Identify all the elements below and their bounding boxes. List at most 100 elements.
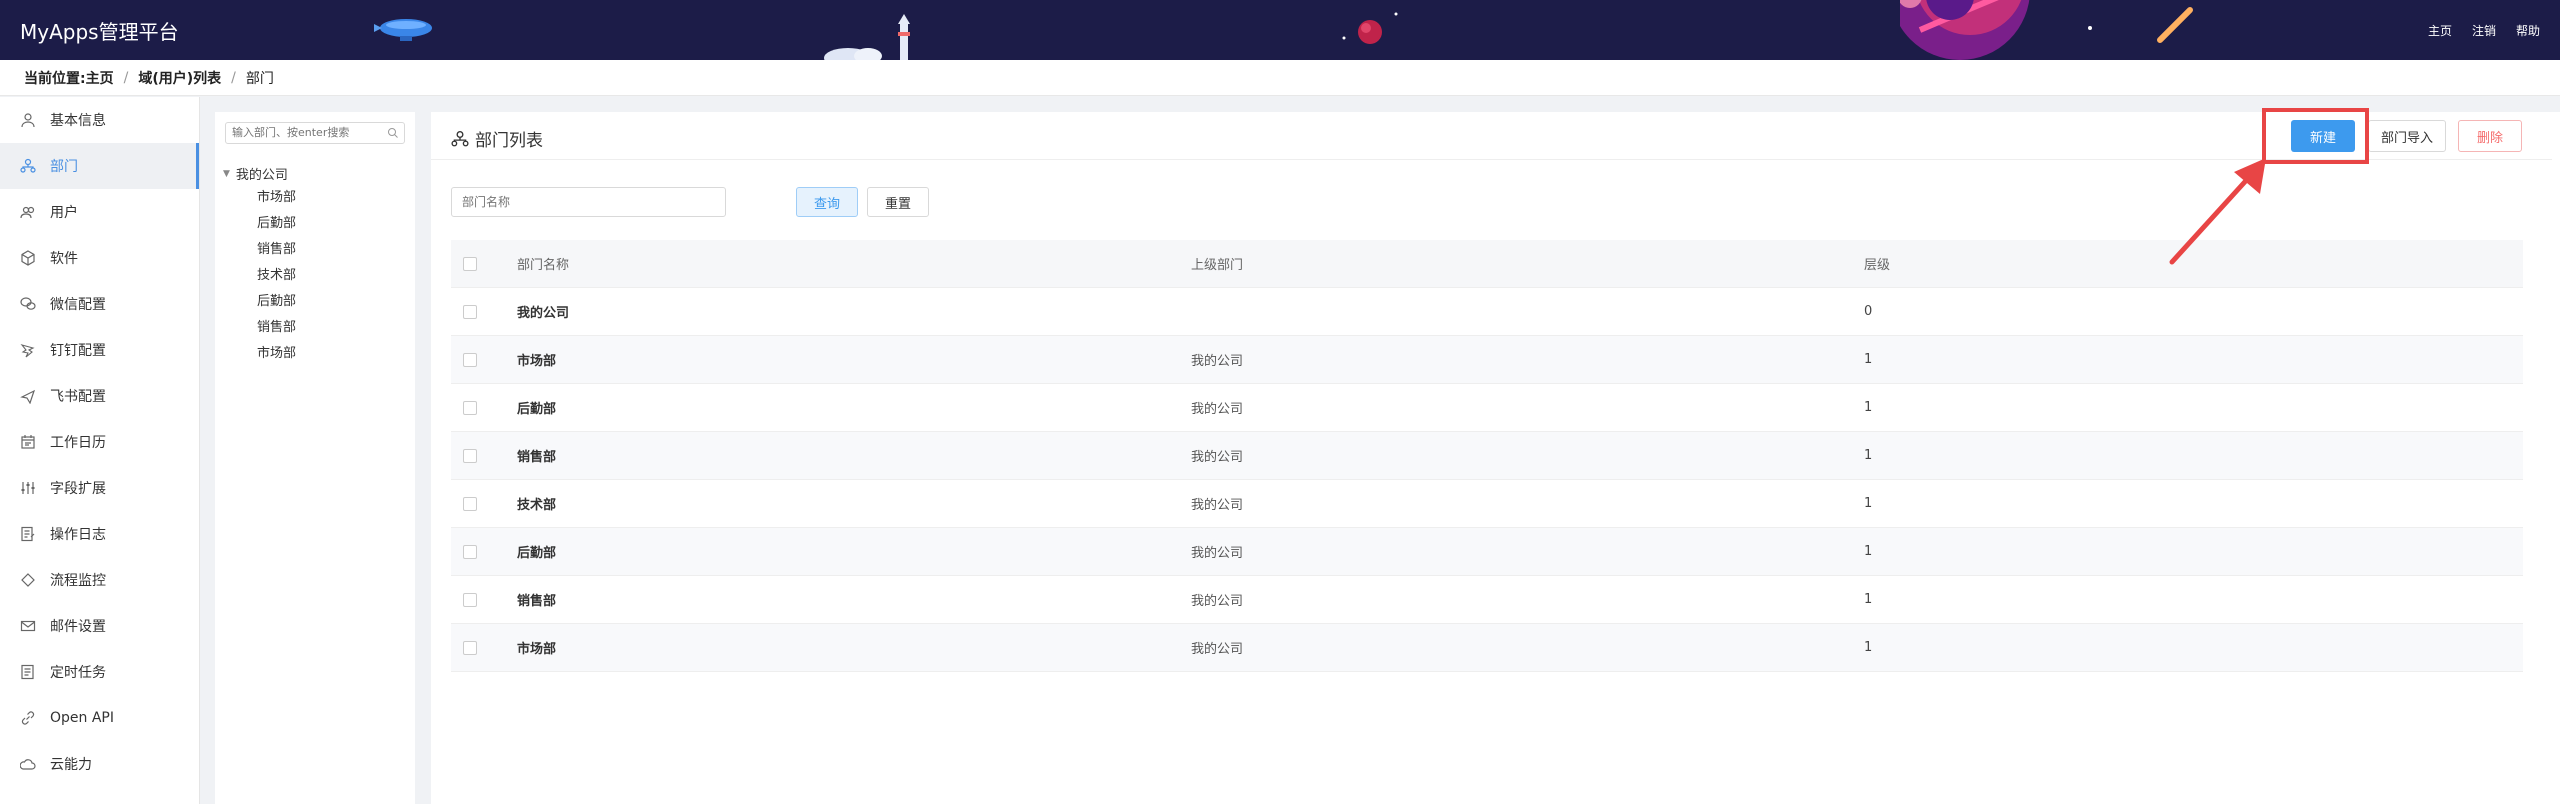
- sidebar-item-label: 微信配置: [50, 297, 106, 313]
- search-icon: [388, 128, 398, 138]
- tree-node[interactable]: 后勤部: [257, 214, 296, 240]
- sidebar-item-calendar[interactable]: 工作日历: [0, 419, 199, 465]
- row-checkbox[interactable]: [463, 448, 477, 463]
- dingtalk-icon: [20, 342, 36, 358]
- sidebar-item-mail-settings[interactable]: 邮件设置: [0, 603, 199, 649]
- tree-node[interactable]: 后勤部: [257, 292, 296, 318]
- row-checkbox[interactable]: [463, 400, 477, 415]
- sidebar-item-software[interactable]: 软件: [0, 235, 199, 281]
- row-checkbox[interactable]: [463, 544, 477, 559]
- page-title: 部门列表: [451, 126, 543, 151]
- sidebar-item-label: 流程监控: [50, 573, 106, 589]
- department-tree-panel: ▼ 我的公司 市场部 后勤部 销售部 技术部 后勤部 销售部 市场部: [215, 112, 415, 804]
- table-row[interactable]: 技术部 我的公司 1: [451, 480, 2523, 528]
- tree-node[interactable]: 销售部: [257, 240, 296, 266]
- page-title-text: 部门列表: [475, 131, 543, 151]
- sidebar-item-field-extension[interactable]: 字段扩展: [0, 465, 199, 511]
- department-name-input[interactable]: [462, 195, 712, 209]
- department-level: 1: [1864, 640, 1873, 655]
- table-row[interactable]: 后勤部 我的公司 1: [451, 384, 2523, 432]
- breadcrumb-home[interactable]: 主页: [86, 68, 114, 88]
- department-level: 1: [1864, 448, 1873, 463]
- parent-department: 我的公司: [1191, 642, 1244, 657]
- row-checkbox[interactable]: [463, 304, 477, 319]
- column-header-level: 层级: [1864, 258, 1891, 273]
- sidebar-item-label: 飞书配置: [50, 389, 106, 405]
- users-icon: [20, 204, 36, 220]
- tree-node[interactable]: 销售部: [257, 318, 296, 344]
- sidebar-item-feishu[interactable]: 飞书配置: [0, 373, 199, 419]
- tree-node[interactable]: 技术部: [257, 266, 296, 292]
- reset-button[interactable]: 重置: [867, 187, 929, 217]
- wechat-icon: [20, 296, 36, 312]
- tree-root-node[interactable]: ▼ 我的公司: [223, 164, 288, 183]
- department-name: 市场部: [517, 642, 557, 657]
- department-icon: [451, 130, 469, 146]
- delete-button[interactable]: 删除: [2458, 120, 2522, 152]
- sidebar-item-scheduled-tasks[interactable]: 定时任务: [0, 649, 199, 695]
- sidebar-item-process-monitor[interactable]: 流程监控: [0, 557, 199, 603]
- tree-node[interactable]: 市场部: [257, 188, 296, 214]
- cloud-icon: [20, 756, 36, 772]
- sidebar-item-label: 云能力: [50, 757, 92, 773]
- breadcrumb: 当前位置: 主页 / 域(用户)列表 / 部门: [0, 60, 2560, 96]
- planet-small-illustration: [1342, 12, 1398, 44]
- home-link[interactable]: 主页: [2428, 22, 2452, 39]
- top-header: MyApps管理平台 主页 注销 帮助: [0, 0, 2560, 60]
- calendar-icon: [20, 434, 36, 450]
- import-department-button[interactable]: 部门导入: [2368, 120, 2446, 152]
- column-header-name: 部门名称: [517, 258, 570, 273]
- query-button[interactable]: 查询: [796, 187, 858, 217]
- sidebar-item-department[interactable]: 部门: [0, 143, 199, 189]
- caret-down-icon[interactable]: ▼: [223, 169, 230, 179]
- row-checkbox[interactable]: [463, 640, 477, 655]
- row-checkbox[interactable]: [463, 496, 477, 511]
- parent-department: 我的公司: [1191, 594, 1244, 609]
- parent-department: 我的公司: [1191, 498, 1244, 513]
- table-row[interactable]: 销售部 我的公司 1: [451, 432, 2523, 480]
- row-checkbox[interactable]: [463, 592, 477, 607]
- table-row[interactable]: 我的公司 0: [451, 288, 2523, 336]
- department-name: 技术部: [517, 498, 557, 513]
- sidebar-item-cloud[interactable]: 云能力: [0, 741, 199, 787]
- sidebar-item-label: 定时任务: [50, 665, 106, 681]
- department-name-filter[interactable]: [451, 187, 726, 217]
- department-table: 部门名称 上级部门 层级 我的公司 0 市场部 我的公司 1 后勤部 我的公司 …: [451, 240, 2523, 672]
- breadcrumb-separator: /: [231, 69, 236, 86]
- department-level: 1: [1864, 400, 1873, 415]
- row-checkbox[interactable]: [463, 352, 477, 367]
- department-name: 销售部: [517, 450, 557, 465]
- planet-large-illustration: [1900, 0, 2193, 60]
- sidebar-item-open-api[interactable]: Open API: [0, 695, 199, 741]
- tree-search-box[interactable]: [225, 122, 405, 144]
- tree-search-input[interactable]: [232, 126, 382, 139]
- sidebar-item-dingtalk[interactable]: 钉钉配置: [0, 327, 199, 373]
- help-link[interactable]: 帮助: [2516, 22, 2540, 39]
- table-row[interactable]: 市场部 我的公司 1: [451, 336, 2523, 384]
- department-level: 1: [1864, 496, 1873, 511]
- column-header-parent: 上级部门: [1191, 258, 1244, 273]
- department-icon: [20, 158, 36, 174]
- table-row[interactable]: 后勤部 我的公司 1: [451, 528, 2523, 576]
- select-all-checkbox[interactable]: [463, 256, 477, 271]
- sidebar-item-label: 基本信息: [50, 113, 106, 129]
- department-name: 我的公司: [517, 306, 570, 321]
- table-row[interactable]: 销售部 我的公司 1: [451, 576, 2523, 624]
- parent-department: 我的公司: [1191, 450, 1244, 465]
- table-row[interactable]: 市场部 我的公司 1: [451, 624, 2523, 672]
- sidebar-item-wechat[interactable]: 微信配置: [0, 281, 199, 327]
- tree-node[interactable]: 市场部: [257, 344, 296, 370]
- sidebar-item-users[interactable]: 用户: [0, 189, 199, 235]
- sidebar-item-operation-log[interactable]: 操作日志: [0, 511, 199, 557]
- mail-icon: [20, 618, 36, 634]
- feishu-icon: [20, 388, 36, 404]
- sidebar-item-basic-info[interactable]: 基本信息: [0, 97, 199, 143]
- logout-link[interactable]: 注销: [2472, 22, 2496, 39]
- sidebar-item-label: 用户: [50, 205, 78, 221]
- diamond-icon: [20, 572, 36, 588]
- breadcrumb-domain-list[interactable]: 域(用户)列表: [138, 68, 221, 88]
- sidebar-item-label: 软件: [50, 251, 78, 267]
- breadcrumb-current: 部门: [245, 70, 274, 87]
- parent-department: 我的公司: [1191, 546, 1244, 561]
- sidebar-item-label: 工作日历: [50, 435, 106, 451]
